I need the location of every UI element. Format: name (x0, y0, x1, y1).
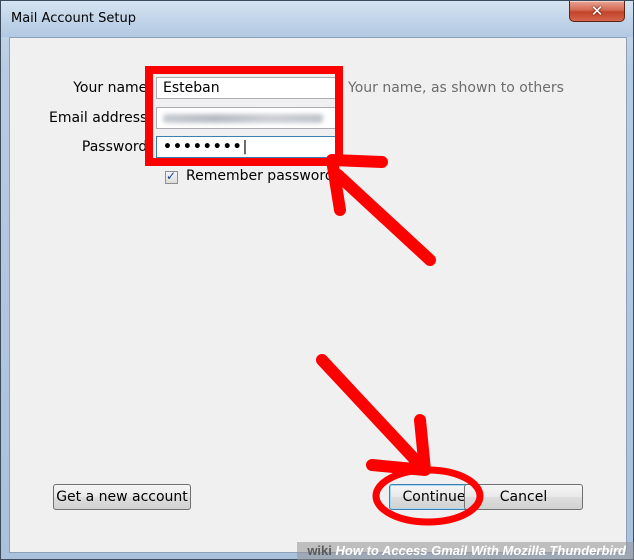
highlight-circle (372, 466, 484, 526)
annotation-overlay (145, 66, 484, 526)
highlight-box (145, 66, 343, 166)
watermark-brand: wiki (307, 543, 332, 558)
watermark-text: How to Access Gmail With Mozilla Thunder… (335, 543, 626, 558)
arrow-to-fields (332, 169, 436, 266)
arrow-to-continue (316, 354, 426, 471)
watermark: wiki How to Access Gmail With Mozilla Th… (297, 542, 634, 560)
